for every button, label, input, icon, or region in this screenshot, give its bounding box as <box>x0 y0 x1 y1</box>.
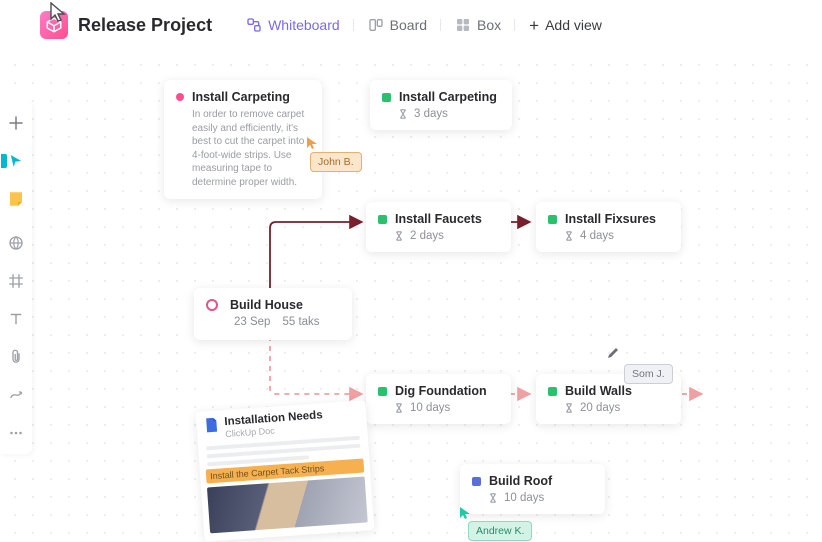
header-bar: Release Project Whiteboard Board Box + A… <box>0 0 822 50</box>
add-view-button[interactable]: + Add view <box>517 11 614 40</box>
hourglass-icon <box>564 403 574 413</box>
add-view-label: Add view <box>545 17 602 33</box>
status-dot-icon <box>176 93 184 101</box>
doc-card-installation-needs[interactable]: Installation Needs ClickUp Doc Install t… <box>196 400 375 542</box>
status-square-icon <box>378 387 387 396</box>
box-icon <box>455 17 471 33</box>
tool-text-button[interactable] <box>5 308 27 330</box>
tool-frame-button[interactable] <box>5 270 27 292</box>
doc-image-placeholder <box>207 476 368 533</box>
plus-icon: + <box>529 17 539 34</box>
view-tabs: Whiteboard Board Box + Add view <box>234 11 614 40</box>
task-card-title: Build Walls <box>565 384 632 398</box>
task-duration: 20 days <box>580 402 620 414</box>
task-card-description: In order to remove carpet easily and eff… <box>176 108 310 189</box>
task-card-install-fixtures[interactable]: Install Fixsures 4 days <box>536 202 681 252</box>
doc-icon <box>204 417 219 434</box>
hourglass-icon <box>398 109 408 119</box>
tab-board-label: Board <box>390 17 427 33</box>
task-card-install-faucets[interactable]: Install Faucets 2 days <box>366 202 511 252</box>
task-card-title: Build House <box>230 298 303 312</box>
task-card-install-carpeting[interactable]: Install Carpeting 3 days <box>370 80 512 130</box>
status-square-icon <box>548 215 557 224</box>
task-card-build-house[interactable]: Build House 23 Sep 55 taks <box>194 288 352 340</box>
person-tag-john[interactable]: John B. <box>310 152 362 172</box>
tab-whiteboard-label: Whiteboard <box>268 17 340 33</box>
task-card-title: Install Fixsures <box>565 212 656 226</box>
hourglass-icon <box>564 231 574 241</box>
tool-web-embed-button[interactable] <box>5 232 27 254</box>
status-ring-icon <box>206 299 218 311</box>
tool-more-button[interactable] <box>5 422 27 444</box>
person-tag-sam[interactable]: Som J. <box>624 364 673 384</box>
task-card-title: Install Carpeting <box>399 90 497 104</box>
task-card-title: Install Faucets <box>395 212 482 226</box>
person-tag-andrew[interactable]: Andrew K. <box>468 521 532 541</box>
task-card-install-carpeting-detail[interactable]: Install Carpeting In order to remove car… <box>164 80 322 199</box>
task-duration: 4 days <box>580 230 614 242</box>
tab-board[interactable]: Board <box>356 11 439 39</box>
board-icon <box>368 17 384 33</box>
whiteboard-icon <box>246 17 262 33</box>
status-square-icon <box>548 387 557 396</box>
task-duration: 2 days <box>410 230 444 242</box>
cursor-outline-icon <box>50 2 66 22</box>
whiteboard-canvas[interactable]: Install Carpeting In order to remove car… <box>0 50 822 542</box>
hourglass-icon <box>394 231 404 241</box>
task-count: 55 taks <box>282 316 319 328</box>
task-card-title: Install Carpeting <box>192 90 290 104</box>
task-duration: 3 days <box>414 108 448 120</box>
hourglass-icon <box>488 493 498 503</box>
status-square-icon <box>378 215 387 224</box>
tab-whiteboard[interactable]: Whiteboard <box>234 11 352 39</box>
task-card-dig-foundation[interactable]: Dig Foundation 10 days <box>366 374 511 424</box>
tool-sticky-note-button[interactable] <box>5 188 27 210</box>
task-duration: 10 days <box>504 492 544 504</box>
hourglass-icon <box>394 403 404 413</box>
tool-cursor-button[interactable] <box>5 150 27 172</box>
task-duration: 10 days <box>410 402 450 414</box>
tab-box-label: Box <box>477 17 501 33</box>
task-date: 23 Sep <box>234 316 270 328</box>
task-card-title: Dig Foundation <box>395 384 487 398</box>
task-card-title: Build Roof <box>489 474 552 488</box>
project-title: Release Project <box>78 15 212 36</box>
tab-box[interactable]: Box <box>443 11 513 39</box>
status-square-icon <box>382 93 391 102</box>
task-card-build-roof[interactable]: Build Roof 10 days <box>460 464 605 514</box>
tool-connector-button[interactable] <box>5 384 27 406</box>
canvas-toolbar <box>0 100 32 454</box>
tool-attach-button[interactable] <box>5 346 27 368</box>
edit-pencil-icon <box>606 346 620 365</box>
status-square-icon <box>472 477 481 486</box>
tool-add-button[interactable] <box>5 112 27 134</box>
